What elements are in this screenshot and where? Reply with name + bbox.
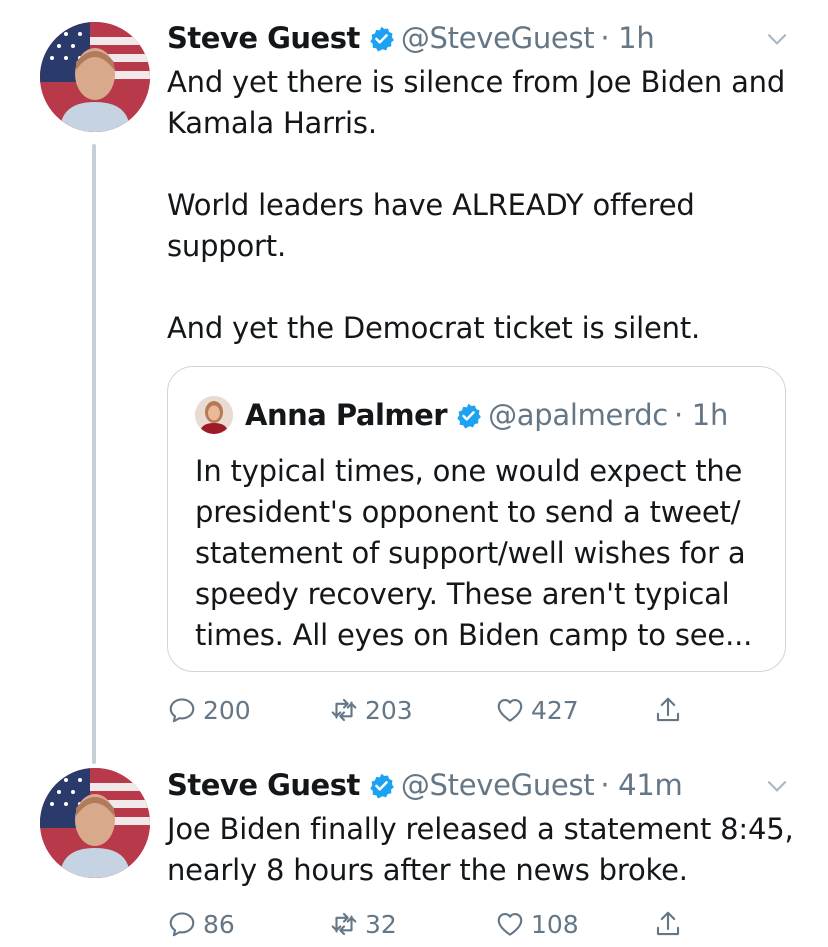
tweet-actions: 86 32 108 <box>167 906 727 942</box>
quoted-tweet[interactable]: Anna Palmer @apalmerdc · 1h In typical tim… <box>167 366 786 672</box>
chevron-down-icon[interactable] <box>764 773 790 799</box>
retweet-button[interactable]: 203 <box>329 692 413 728</box>
heart-icon <box>497 912 523 936</box>
share-icon <box>656 911 680 936</box>
author-avatar[interactable] <box>40 22 150 132</box>
retweet-button[interactable]: 32 <box>329 906 397 942</box>
reply-count: 200 <box>203 695 251 725</box>
share-button[interactable] <box>653 692 689 728</box>
tweet[interactable]: Steve Guest @SteveGuest · 41m Joe Biden fi… <box>0 760 828 947</box>
like-button[interactable]: 108 <box>495 906 579 942</box>
like-count: 108 <box>531 909 579 939</box>
author-avatar[interactable] <box>40 768 150 878</box>
like-button[interactable]: 427 <box>495 692 579 728</box>
reply-icon <box>169 912 195 937</box>
retweet-count: 32 <box>365 909 397 939</box>
quoted-tweet-header: Anna Palmer @apalmerdc · 1h <box>245 397 728 433</box>
retweet-icon <box>331 912 357 936</box>
reply-button[interactable]: 200 <box>167 692 251 728</box>
verified-badge-icon <box>370 773 394 799</box>
tweet-text: And yet there is silence from Joe Biden … <box>167 62 787 349</box>
chevron-down-icon[interactable] <box>764 26 790 52</box>
tweet-actions: 200 203 427 <box>167 692 727 728</box>
quoted-author-handle: @apalmerdc <box>488 398 668 432</box>
tweet-paragraph: World leaders have ALREADY offered suppo… <box>167 188 695 263</box>
verified-badge-icon <box>457 403 481 429</box>
like-count: 427 <box>531 695 579 725</box>
retweet-count: 203 <box>365 695 413 725</box>
reply-button[interactable]: 86 <box>167 906 235 942</box>
avatar-photo <box>195 396 233 434</box>
verified-badge-icon <box>370 26 394 52</box>
quoted-author-avatar <box>195 396 233 434</box>
quoted-tweet-timestamp: · 1h <box>673 398 729 432</box>
quoted-tweet-text: In typical times, one would expect the p… <box>195 454 753 652</box>
reply-count: 86 <box>203 909 235 939</box>
avatar-photo <box>40 768 150 878</box>
author-name[interactable]: Steve Guest <box>167 21 360 55</box>
tweet-timestamp[interactable]: · 41m <box>600 768 682 802</box>
quoted-author-name: Anna Palmer <box>245 398 448 432</box>
tweet-text: Joe Biden finally released a statement 8… <box>167 812 794 887</box>
author-handle[interactable]: @SteveGuest <box>401 768 595 802</box>
retweet-icon <box>331 698 357 722</box>
tweet-header: Steve Guest @SteveGuest · 41m <box>167 767 683 803</box>
heart-icon <box>497 698 523 722</box>
tweet[interactable]: Steve Guest @SteveGuest · 1h And yet there… <box>0 0 828 764</box>
tweet-header: Steve Guest @SteveGuest · 1h <box>167 20 655 56</box>
tweet-paragraph: And yet there is silence from Joe Biden … <box>167 65 786 140</box>
author-handle[interactable]: @SteveGuest <box>401 21 595 55</box>
avatar-photo <box>40 22 150 132</box>
share-icon <box>656 697 680 722</box>
thread-connector <box>92 144 96 764</box>
tweet-paragraph: And yet the Democrat ticket is silent. <box>167 311 701 345</box>
reply-icon <box>169 698 195 723</box>
author-name[interactable]: Steve Guest <box>167 768 360 802</box>
tweet-timestamp[interactable]: · 1h <box>600 21 654 55</box>
share-button[interactable] <box>653 906 689 942</box>
